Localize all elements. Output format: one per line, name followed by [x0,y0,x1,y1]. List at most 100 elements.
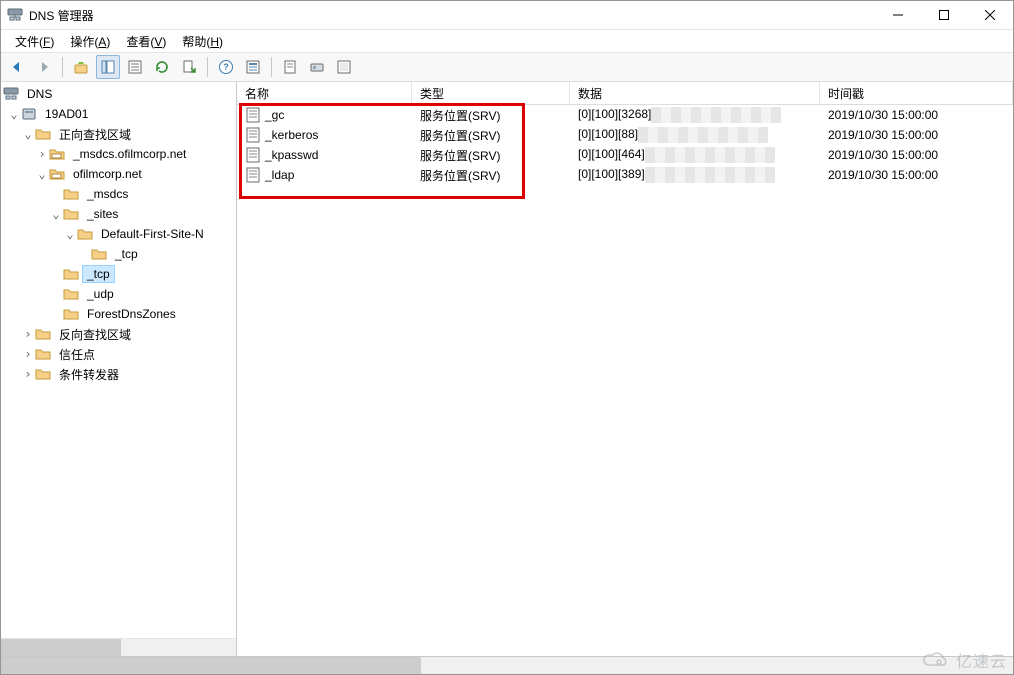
window-title: DNS 管理器 [29,7,875,24]
folder-icon [35,366,51,382]
new-zone-button[interactable] [332,55,356,79]
expander-icon[interactable]: › [35,147,49,161]
new-host-button[interactable] [305,55,329,79]
properties-button[interactable] [123,55,147,79]
tree-trust[interactable]: › 信任点 [1,344,236,364]
expander-icon[interactable]: › [21,367,35,381]
tree-tcp-inner[interactable]: _tcp [1,244,236,264]
tree-msdcs[interactable]: _msdcs [1,184,236,204]
tree-label: _sites [82,205,123,223]
menu-file[interactable]: 文件(F) [7,31,62,52]
tree-udp[interactable]: _udp [1,284,236,304]
cell-name: _kerberos [265,128,318,142]
list-panel: 名称 类型 数据 时间戳 _gc 服务位置(SRV) [0][100][3268… [237,82,1013,656]
table-row[interactable]: _gc 服务位置(SRV) [0][100][3268] 2019/10/30 … [237,105,1013,125]
redacted-data [645,167,775,183]
tree-label: 反向查找区域 [54,324,136,345]
table-row[interactable]: _ldap 服务位置(SRV) [0][100][389] 2019/10/30… [237,165,1013,185]
tree-label: _msdcs [82,185,133,203]
record-icon [245,127,261,143]
menu-help[interactable]: 帮助(H) [174,31,231,52]
svg-text:?: ? [223,62,229,72]
dns-app-icon [7,7,23,23]
toolbar: ? [1,53,1013,82]
folder-icon [91,246,107,262]
tree-label: _tcp [110,245,143,263]
menubar: 文件(F) 操作(A) 查看(V) 帮助(H) [1,30,1013,53]
menu-action[interactable]: 操作(A) [62,31,118,52]
tree-reverse-zones[interactable]: › 反向查找区域 [1,324,236,344]
tree-scrollbar[interactable] [1,638,236,656]
col-timestamp[interactable]: 时间戳 [820,82,1013,104]
tree-forward-zones[interactable]: ⌄ 正向查找区域 [1,124,236,144]
filter-button[interactable] [241,55,265,79]
cell-type: 服务位置(SRV) [420,109,500,123]
tree-body[interactable]: DNS ⌄ 19AD01 ⌄ 正向查找区域 › _msdcs.ofilmcorp… [1,84,236,638]
table-row[interactable]: _kpasswd 服务位置(SRV) [0][100][464] 2019/10… [237,145,1013,165]
tree-label: Default-First-Site-N [96,225,209,243]
show-hide-tree-button[interactable] [96,55,120,79]
window: DNS 管理器 文件(F) 操作(A) 查看(V) 帮助(H) ? [0,0,1014,675]
cell-type: 服务位置(SRV) [420,129,500,143]
redacted-data [645,147,775,163]
tree-zone-main[interactable]: ⌄ ofilmcorp.net [1,164,236,184]
tree-label: 条件转发器 [54,364,124,385]
expander-icon[interactable]: ⌄ [49,207,63,221]
tree-label: 19AD01 [40,105,93,123]
col-name[interactable]: 名称 [237,82,412,104]
dns-root-icon [3,86,19,102]
scrollbar-thumb[interactable] [1,657,421,674]
minimize-button[interactable] [875,1,921,29]
tree-zone-msdcs[interactable]: › _msdcs.ofilmcorp.net [1,144,236,164]
folder-icon [63,206,79,222]
expander-icon[interactable]: › [21,327,35,341]
watermark: 亿速云 [922,648,1007,672]
tree-label: ofilmcorp.net [68,165,147,183]
table-row[interactable]: _kerberos 服务位置(SRV) [0][100][88] 2019/10… [237,125,1013,145]
tree-root-dns[interactable]: DNS [1,84,236,104]
refresh-button[interactable] [150,55,174,79]
cell-type: 服务位置(SRV) [420,169,500,183]
tree-server[interactable]: ⌄ 19AD01 [1,104,236,124]
help-button[interactable]: ? [214,55,238,79]
cell-data: [0][100][88] [578,127,638,141]
expander-icon[interactable]: ⌄ [63,227,77,241]
window-scrollbar[interactable] [1,656,1013,674]
workarea: DNS ⌄ 19AD01 ⌄ 正向查找区域 › _msdcs.ofilmcorp… [1,82,1013,656]
nav-back-button[interactable] [5,55,29,79]
watermark-icon [922,650,950,670]
cell-name: _gc [265,108,284,122]
tree-conditional-forwarders[interactable]: › 条件转发器 [1,364,236,384]
tree-sites[interactable]: ⌄ _sites [1,204,236,224]
list-body[interactable]: _gc 服务位置(SRV) [0][100][3268] 2019/10/30 … [237,105,1013,656]
menu-view[interactable]: 查看(V) [118,31,174,52]
cell-ts: 2019/10/30 15:00:00 [828,168,938,182]
col-data[interactable]: 数据 [570,82,820,104]
record-icon [245,107,261,123]
expander-icon[interactable]: ⌄ [21,127,35,141]
list-header: 名称 类型 数据 时间戳 [237,82,1013,105]
record-icon [245,147,261,163]
up-level-button[interactable] [69,55,93,79]
folder-icon [35,346,51,362]
expander-icon[interactable]: ⌄ [35,167,49,181]
col-type[interactable]: 类型 [412,82,570,104]
folder-icon [63,266,79,282]
tree-default-site[interactable]: ⌄ Default-First-Site-N [1,224,236,244]
expander-icon[interactable]: › [21,347,35,361]
folder-icon [63,306,79,322]
close-button[interactable] [967,1,1013,29]
tree-tcp[interactable]: _tcp [1,264,236,284]
toolbar-separator [207,57,208,77]
scrollbar-thumb[interactable] [1,639,121,656]
record-icon [245,167,261,183]
folder-icon [63,186,79,202]
export-button[interactable] [177,55,201,79]
nav-forward-button[interactable] [32,55,56,79]
tree-panel: DNS ⌄ 19AD01 ⌄ 正向查找区域 › _msdcs.ofilmcorp… [1,82,237,656]
titlebar: DNS 管理器 [1,1,1013,30]
new-record-button[interactable] [278,55,302,79]
tree-forestdns[interactable]: ForestDnsZones [1,304,236,324]
maximize-button[interactable] [921,1,967,29]
expander-icon[interactable]: ⌄ [7,107,21,121]
